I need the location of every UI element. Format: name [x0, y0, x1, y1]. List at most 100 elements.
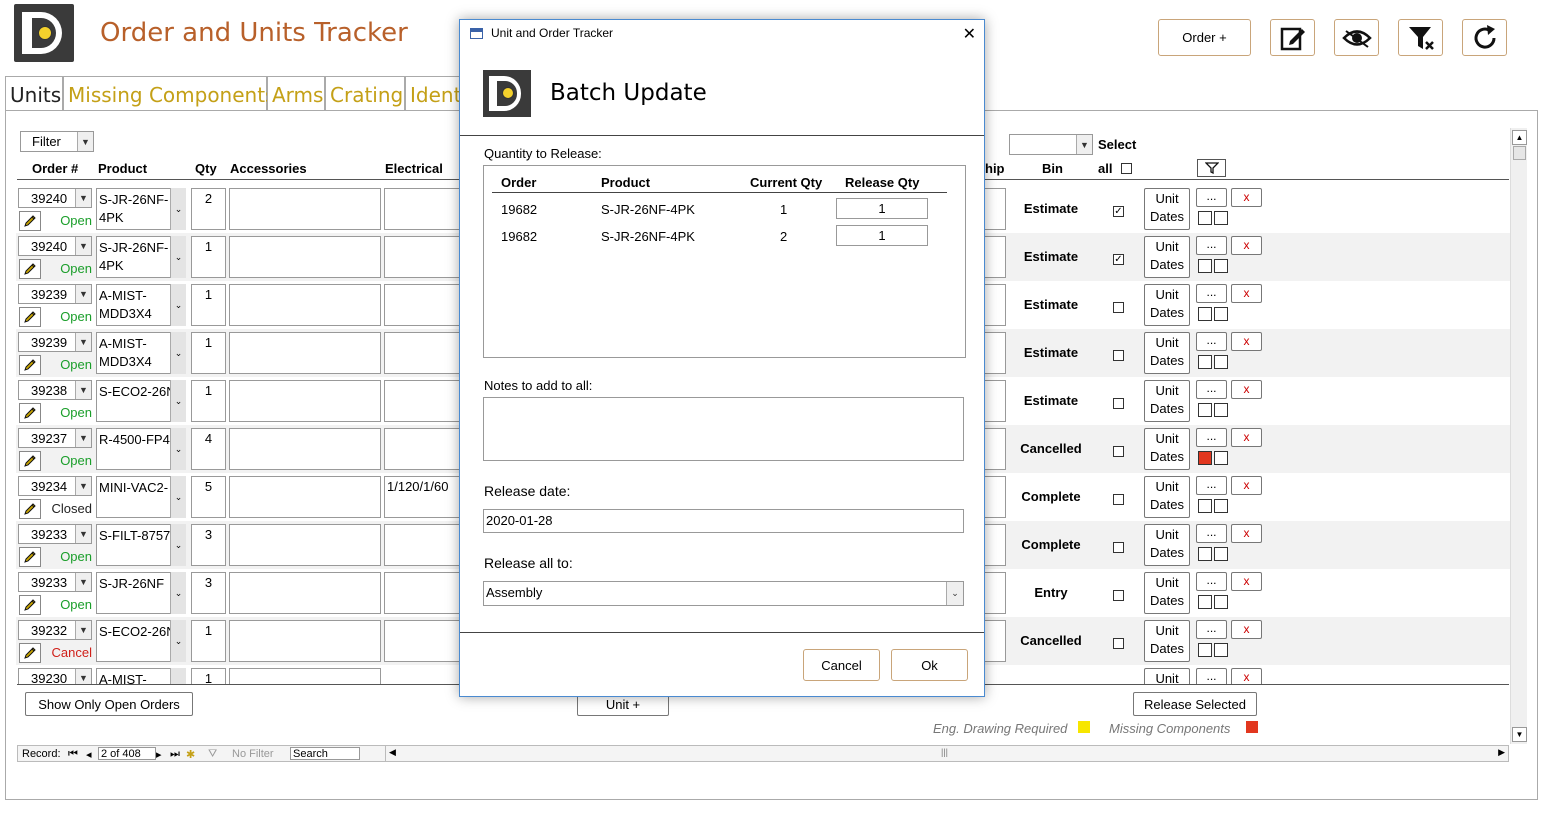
select-checkbox[interactable]	[1113, 542, 1124, 553]
release-selected-button[interactable]: Release Selected	[1133, 692, 1257, 716]
cancel-button[interactable]: Cancel	[803, 649, 880, 681]
release-to-select[interactable]: Assembly ⌄	[483, 581, 964, 606]
order-number-field[interactable]: 39234 ▼	[18, 476, 92, 496]
remove-button[interactable]: x	[1231, 428, 1262, 447]
edit-order-button[interactable]	[19, 547, 41, 567]
edit-order-button[interactable]	[19, 259, 41, 279]
unit-dates-button[interactable]: Unit Dates	[1144, 284, 1190, 326]
electrical-field[interactable]	[384, 572, 464, 614]
remove-button[interactable]: x	[1231, 332, 1262, 351]
electrical-field[interactable]	[384, 284, 464, 326]
accessories-field[interactable]	[229, 572, 381, 614]
release-qty-input[interactable]: 1	[836, 225, 928, 246]
accessories-field[interactable]	[229, 188, 381, 230]
scroll-right-icon[interactable]: ▶	[1498, 747, 1505, 758]
scroll-thumb[interactable]	[1513, 146, 1526, 160]
remove-button[interactable]: x	[1231, 188, 1262, 207]
order-number-field[interactable]: 39240 ▼	[18, 236, 92, 256]
accessories-field[interactable]	[229, 524, 381, 566]
unit-dates-button[interactable]: Unit Dates	[1144, 380, 1190, 422]
electrical-field[interactable]	[384, 188, 464, 230]
scroll-left-icon[interactable]: ◀	[389, 747, 396, 758]
release-qty-input[interactable]: 1	[836, 198, 928, 219]
electrical-field[interactable]	[384, 620, 464, 662]
close-icon[interactable]: ✕	[963, 24, 976, 44]
tab-units[interactable]: Units	[5, 76, 63, 111]
remove-button[interactable]: x	[1231, 284, 1262, 303]
qty-field[interactable]: 1	[191, 236, 226, 278]
accessories-field[interactable]	[229, 428, 381, 470]
filter-dropdown[interactable]: Filter ▼	[20, 131, 94, 152]
electrical-field[interactable]	[384, 524, 464, 566]
select-checkbox[interactable]	[1113, 350, 1124, 361]
unit-dates-button[interactable]: Unit	[1144, 668, 1190, 684]
edit-button[interactable]	[1270, 19, 1315, 56]
view-button[interactable]	[1334, 19, 1379, 56]
new-record-icon[interactable]: ✱	[186, 748, 195, 761]
record-position[interactable]: 2 of 408	[98, 747, 156, 760]
accessories-field[interactable]	[229, 620, 381, 662]
search-input[interactable]: Search	[290, 747, 360, 760]
electrical-field[interactable]	[384, 332, 464, 374]
unit-dates-button[interactable]: Unit Dates	[1144, 620, 1190, 662]
unit-dates-button[interactable]: Unit Dates	[1144, 332, 1190, 374]
accessories-field[interactable]	[229, 332, 381, 374]
remove-button[interactable]: x	[1231, 620, 1262, 639]
more-button[interactable]: ...	[1196, 284, 1227, 303]
select-checkbox[interactable]: ✓	[1113, 206, 1124, 217]
order-number-field[interactable]: 39239 ▼	[18, 284, 92, 304]
select-checkbox[interactable]	[1113, 398, 1124, 409]
prev-record-icon[interactable]: ◂	[86, 748, 92, 761]
edit-order-button[interactable]	[19, 451, 41, 471]
accessories-field[interactable]	[229, 668, 381, 684]
edit-order-button[interactable]	[19, 499, 41, 519]
tab-arms[interactable]: Arms	[267, 76, 325, 111]
scroll-down-icon[interactable]: ▼	[1512, 727, 1527, 742]
edit-order-button[interactable]	[19, 211, 41, 231]
edit-order-button[interactable]	[19, 355, 41, 375]
unit-dates-button[interactable]: Unit Dates	[1144, 572, 1190, 614]
order-number-field[interactable]: 39230 ▼	[18, 668, 92, 684]
select-checkbox[interactable]	[1113, 302, 1124, 313]
more-button[interactable]: ...	[1196, 668, 1227, 684]
remove-button[interactable]: x	[1231, 380, 1262, 399]
no-filter-label[interactable]: No Filter	[232, 748, 274, 760]
more-button[interactable]: ...	[1196, 380, 1227, 399]
last-record-icon[interactable]: ⏭	[170, 748, 180, 761]
qty-field[interactable]: 3	[191, 572, 226, 614]
qty-field[interactable]: 3	[191, 524, 226, 566]
more-button[interactable]: ...	[1196, 572, 1227, 591]
horizontal-scrollbar[interactable]: ◀ ||| ▶	[385, 745, 1509, 762]
more-button[interactable]: ...	[1196, 620, 1227, 639]
electrical-field[interactable]	[384, 428, 464, 470]
electrical-field[interactable]	[384, 236, 464, 278]
more-button[interactable]: ...	[1196, 428, 1227, 447]
select-checkbox[interactable]: ✓	[1113, 254, 1124, 265]
select-dropdown[interactable]: ▼	[1009, 134, 1093, 155]
select-checkbox[interactable]	[1113, 638, 1124, 649]
select-checkbox[interactable]	[1113, 446, 1124, 457]
edit-order-button[interactable]	[19, 595, 41, 615]
refresh-button[interactable]	[1462, 19, 1507, 56]
accessories-field[interactable]	[229, 236, 381, 278]
ok-button[interactable]: Ok	[891, 649, 968, 681]
unit-dates-button[interactable]: Unit Dates	[1144, 524, 1190, 566]
notes-textarea[interactable]	[483, 397, 964, 461]
edit-order-button[interactable]	[19, 643, 41, 663]
order-add-button[interactable]: Order +	[1158, 19, 1251, 56]
electrical-field[interactable]	[384, 380, 464, 422]
clear-filter-button[interactable]	[1398, 19, 1443, 56]
first-record-icon[interactable]: ⏮	[68, 748, 78, 761]
qty-field[interactable]: 1	[191, 380, 226, 422]
remove-button[interactable]: x	[1231, 236, 1262, 255]
order-number-field[interactable]: 39239 ▼	[18, 332, 92, 352]
order-number-field[interactable]: 39238 ▼	[18, 380, 92, 400]
more-button[interactable]: ...	[1196, 188, 1227, 207]
release-date-input[interactable]: 2020-01-28	[483, 509, 964, 533]
order-number-field[interactable]: 39233 ▼	[18, 524, 92, 544]
qty-field[interactable]: 2	[191, 188, 226, 230]
select-all-checkbox[interactable]	[1121, 163, 1132, 174]
remove-button[interactable]: x	[1231, 524, 1262, 543]
vertical-scrollbar[interactable]: ▲ ▼	[1510, 128, 1527, 744]
next-record-icon[interactable]: ▸	[156, 748, 162, 761]
